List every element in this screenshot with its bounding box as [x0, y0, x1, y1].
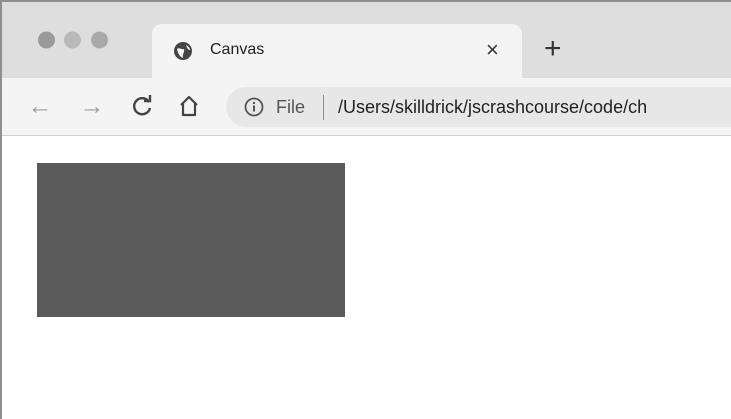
reload-button[interactable] — [128, 93, 156, 119]
info-icon[interactable] — [243, 96, 265, 118]
tab-title: Canvas — [210, 41, 265, 58]
browser-window: Canvas × + ← → File /Users/skilldrick/js… — [0, 0, 731, 419]
url-scheme-label: File — [276, 97, 306, 117]
reload-icon — [133, 95, 152, 116]
title-bar: Canvas × + — [2, 2, 731, 78]
globe-icon — [174, 42, 192, 60]
new-tab-button[interactable]: + — [544, 34, 562, 64]
home-button[interactable] — [175, 93, 203, 119]
minimize-window-button[interactable] — [64, 31, 81, 49]
back-button[interactable]: ← — [26, 93, 54, 119]
tab-canvas[interactable]: Canvas × — [152, 24, 522, 78]
tab-close-icon[interactable]: × — [486, 37, 499, 63]
canvas-filled-rectangle — [37, 163, 345, 317]
home-icon — [180, 95, 198, 117]
page-content — [2, 136, 731, 419]
navigation-toolbar: ← → File /Users/skilldrick/jscrashcourse… — [2, 78, 731, 136]
address-bar[interactable]: File /Users/skilldrick/jscrashcourse/cod… — [226, 87, 731, 127]
close-window-button[interactable] — [38, 31, 55, 49]
maximize-window-button[interactable] — [91, 31, 108, 49]
url-text[interactable]: /Users/skilldrick/jscrashcourse/code/ch — [338, 97, 647, 118]
address-divider — [323, 95, 324, 120]
forward-button[interactable]: → — [78, 93, 106, 119]
